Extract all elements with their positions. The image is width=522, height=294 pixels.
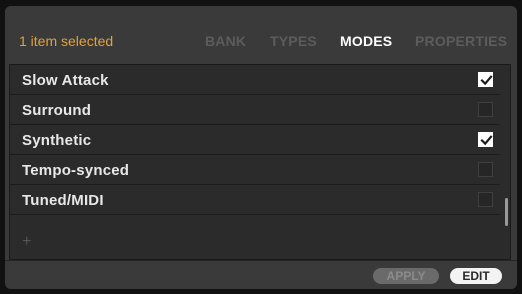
checkbox[interactable] [478, 72, 493, 87]
edit-button[interactable]: EDIT [450, 268, 502, 284]
scrollbar[interactable] [505, 198, 508, 226]
list-item-label: Slow Attack [22, 72, 109, 89]
list-item[interactable]: Slow Attack [10, 65, 500, 95]
list-item[interactable]: Surround [10, 95, 500, 125]
tab-properties[interactable]: PROPERTIES [415, 33, 507, 49]
checkbox[interactable] [478, 162, 493, 177]
checkmark-icon [480, 135, 493, 146]
modes-panel: 1 item selected BANK TYPES MODES PROPERT… [5, 6, 517, 289]
list-item-label: Surround [22, 102, 92, 119]
panel-footer: APPLY EDIT [5, 260, 517, 289]
list-item-label: Tuned/MIDI [22, 192, 104, 209]
tab-modes[interactable]: MODES [340, 33, 392, 49]
panel-header: 1 item selected BANK TYPES MODES PROPERT… [5, 6, 517, 64]
list-item[interactable]: Synthetic [10, 125, 500, 155]
list-item[interactable]: Tempo-synced [10, 155, 500, 185]
checkbox[interactable] [478, 192, 493, 207]
modes-list: Slow Attack Surround Synthetic Tempo-syn… [9, 64, 511, 260]
add-item-row[interactable]: + [10, 225, 500, 259]
checkbox[interactable] [478, 102, 493, 117]
plus-icon[interactable]: + [22, 233, 31, 251]
checkbox[interactable] [478, 132, 493, 147]
apply-button[interactable]: APPLY [373, 268, 439, 284]
selection-status: 1 item selected [19, 33, 114, 49]
list-item[interactable]: Tuned/MIDI [10, 185, 500, 215]
list-item-label: Tempo-synced [22, 162, 130, 179]
list-item-label: Synthetic [22, 132, 92, 149]
checkmark-icon [480, 75, 493, 86]
tab-bank[interactable]: BANK [205, 33, 246, 49]
tab-types[interactable]: TYPES [270, 33, 317, 49]
